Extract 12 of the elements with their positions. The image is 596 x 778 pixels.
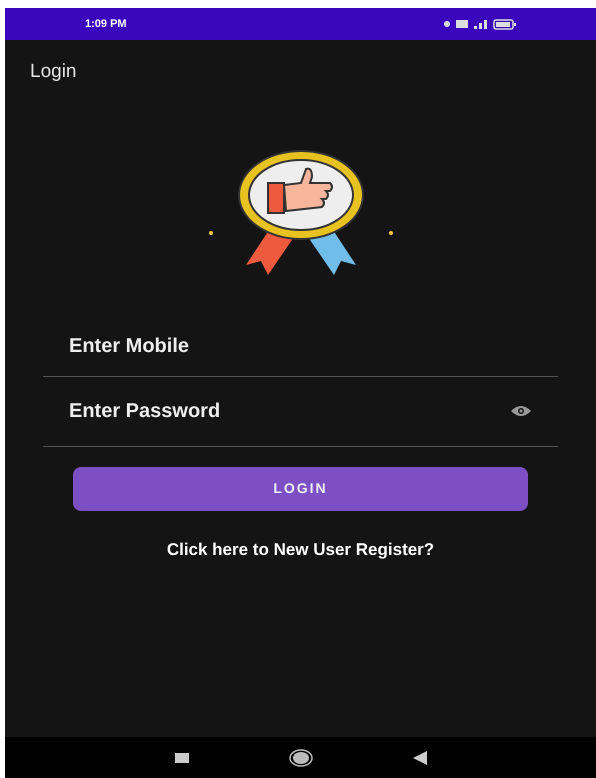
circle-icon[interactable] <box>288 748 312 766</box>
login-button[interactable]: LOGIN <box>73 466 528 510</box>
signal-icon <box>474 20 487 28</box>
eye-icon[interactable] <box>510 404 532 418</box>
mobile-field[interactable]: Enter Mobile <box>43 316 558 376</box>
back-icon[interactable] <box>412 750 426 764</box>
register-link[interactable]: Click here to New User Register? <box>166 536 434 562</box>
password-field[interactable]: Enter Password <box>69 396 510 426</box>
square-icon[interactable] <box>174 752 188 762</box>
status-time: 1:09 PM <box>85 16 127 32</box>
battery-icon <box>493 18 516 30</box>
page-title: Login <box>30 61 76 82</box>
